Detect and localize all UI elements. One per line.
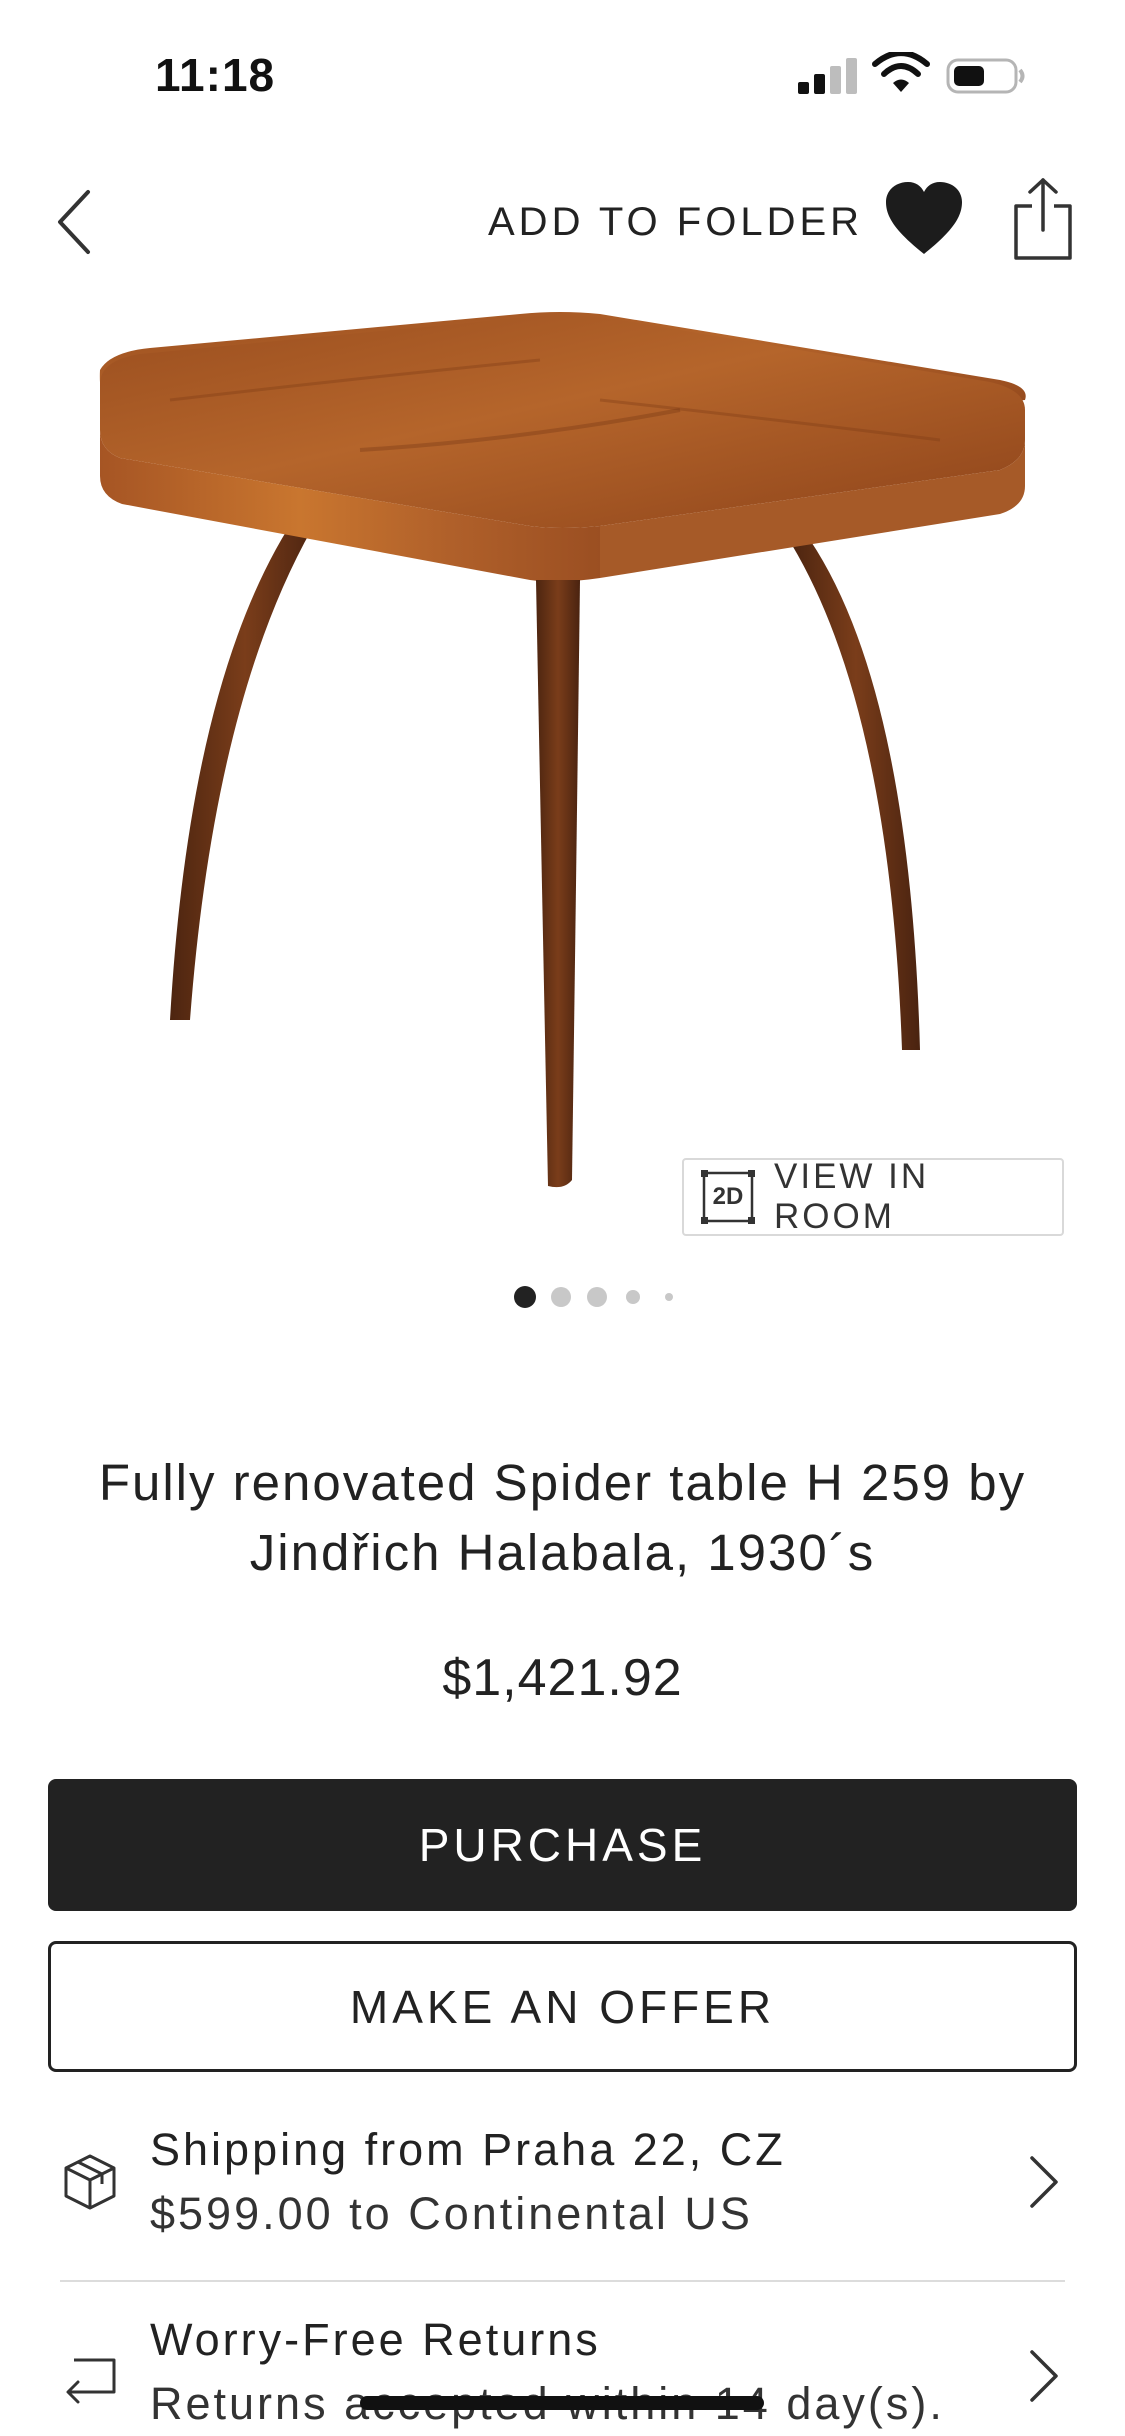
shipping-title: Shipping from Praha 22, CZ: [150, 2124, 786, 2175]
view-2d-icon: 2D: [700, 1169, 756, 1225]
view-2d-badge: 2D: [712, 1183, 744, 1210]
status-bar: 11:18: [0, 0, 1125, 150]
return-arrow-icon: [66, 2358, 116, 2404]
shipping-row[interactable]: Shipping from Praha 22, CZ $599.00 to Co…: [0, 2110, 1125, 2260]
table-leg: [792, 540, 920, 1050]
carousel-dot[interactable]: [626, 1290, 640, 1304]
back-button[interactable]: [44, 182, 104, 262]
cellular-signal-icon: [798, 58, 858, 94]
returns-row[interactable]: Worry-Free Returns Returns accepted with…: [0, 2300, 1125, 2436]
carousel-dot[interactable]: [587, 1287, 607, 1307]
divider: [60, 2280, 1065, 2282]
wifi-icon: [872, 52, 930, 92]
view-in-room-button[interactable]: 2D VIEW IN ROOM: [682, 1157, 1064, 1236]
view-in-room-label: VIEW IN ROOM: [774, 1157, 930, 1236]
package-icon: [64, 2154, 116, 2210]
carousel-dot-active[interactable]: [514, 1286, 536, 1308]
status-time: 11:18: [155, 49, 276, 101]
shipping-subtitle: $599.00 to Continental US: [150, 2188, 753, 2239]
make-offer-button[interactable]: MAKE AN OFFER: [48, 1941, 1077, 2072]
chevron-right-icon: [1030, 2156, 1058, 2208]
home-indicator[interactable]: [360, 2396, 764, 2410]
table-leg: [536, 580, 580, 1188]
carousel-dot[interactable]: [665, 1293, 673, 1301]
heart-icon[interactable]: [884, 180, 964, 260]
carousel-dot[interactable]: [551, 1287, 571, 1307]
chevron-left-icon: [58, 190, 90, 254]
product-title: Fully renovated Spider table H 259 by Ji…: [98, 1454, 1027, 1581]
carousel-indicator: [0, 1286, 1125, 1316]
add-to-folder-button[interactable]: ADD TO FOLDER: [488, 200, 863, 245]
product-price: $1,421.92: [442, 1649, 683, 1707]
top-navigation: ADD TO FOLDER: [0, 160, 1125, 280]
table-leg: [170, 510, 320, 1020]
chevron-right-icon: [1030, 2350, 1058, 2402]
share-icon[interactable]: [1010, 176, 1076, 262]
battery-icon: [946, 58, 1025, 94]
returns-title: Worry-Free Returns: [150, 2314, 601, 2365]
purchase-button[interactable]: PURCHASE: [48, 1779, 1077, 1911]
product-image[interactable]: [40, 290, 1085, 1260]
